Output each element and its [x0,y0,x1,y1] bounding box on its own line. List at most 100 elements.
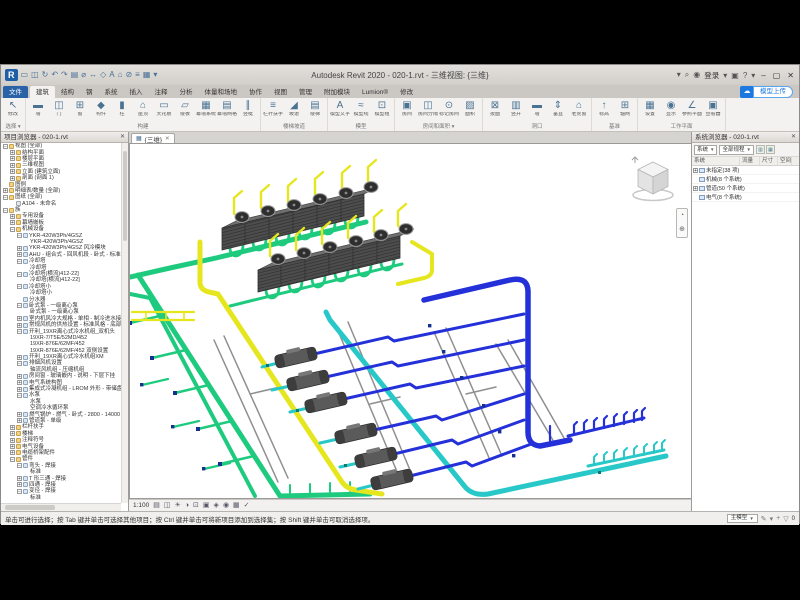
tab-管理[interactable]: 管理 [293,86,318,98]
expand-icon[interactable]: + [693,168,698,173]
sync-icon-icon[interactable]: ↻ [42,70,49,80]
expand-icon[interactable]: + [17,482,22,487]
ribbon-button-竖梃[interactable]: ∥竖梃 [238,99,258,124]
collapse-icon[interactable]: − [3,195,8,200]
expand-icon[interactable]: + [10,163,15,168]
column-header-流量[interactable]: 流量 [740,157,760,165]
collapse-icon[interactable]: − [17,463,22,468]
print-icon-icon[interactable]: ▤ [71,70,79,80]
ribbon-button-模型线[interactable]: ≈模型线 [351,99,371,124]
redo-icon-icon[interactable]: ↷ [61,70,68,80]
ribbon-button-楼梯[interactable]: ▤楼梯 [305,99,325,124]
ribbon-button-墙[interactable]: ▬墙 [28,99,48,124]
text-icon-icon[interactable]: A [109,70,114,80]
close-view-icon[interactable]: ✕ [165,136,170,142]
crop-view-icon[interactable]: ⊡ [193,500,199,512]
view-selector-dropdown[interactable]: 系统 ▼ [694,145,717,155]
steering-wheel-icon[interactable]: ◔ [680,212,684,220]
sun-path-icon[interactable]: ☀ [175,500,181,512]
view-cube[interactable] [630,156,676,204]
tag-icon-icon[interactable]: ◇ [100,70,106,80]
close-button[interactable]: ✕ [785,71,796,80]
tab-视图[interactable]: 视图 [268,86,293,98]
collapse-icon[interactable]: − [17,489,22,494]
ribbon-button-构件[interactable]: ◆构件 [91,99,111,124]
tree-row[interactable]: +集成式冷凝机组 - LROM 外形 - 带储盘 - 100-175 CN [1,386,121,392]
project-browser-hscrollbar[interactable] [1,503,121,511]
customize-icon-icon[interactable]: ▾ [153,70,157,80]
collapse-icon[interactable]: − [3,208,8,213]
default-3d-view-icon-icon[interactable]: ⌂ [118,70,123,80]
temporary-view-icon[interactable]: ▦ [233,500,240,512]
ribbon-button-老虎窗[interactable]: ⌂老虎窗 [569,99,589,124]
restore-button[interactable]: ▢ [771,71,783,80]
expand-icon[interactable]: + [10,156,15,161]
ribbon-button-参照平面[interactable]: ∠参照平面 [682,99,702,124]
revit-menu-icon[interactable]: R [5,69,18,81]
column-settings-icon[interactable]: ▦ [766,145,775,154]
ribbon-button-轴网[interactable]: ⊞轴网 [615,99,635,124]
ribbon-button-窗[interactable]: ⊞窗 [70,99,90,124]
tab-系统[interactable]: 系统 [99,86,124,98]
expand-icon[interactable]: + [17,380,22,385]
expand-icon[interactable]: + [10,431,15,436]
dropdown-icon[interactable]: ▾ [751,71,755,80]
expand-icon[interactable]: + [10,214,15,219]
expand-icon[interactable]: + [10,450,15,455]
view-scale[interactable]: 1:100 [133,502,149,509]
column-header-尺寸[interactable]: 尺寸 [760,157,778,165]
tree-row[interactable]: 标准 [1,494,121,500]
minimize-button[interactable]: – [759,71,767,80]
tab-附加模块[interactable]: 附加模块 [318,86,356,98]
ribbon-button-模型组[interactable]: ⊡模型组 [372,99,392,124]
ribbon-button-幕墙网格[interactable]: ▤幕墙网格 [217,99,237,124]
system-row[interactable]: 电气(8 个系统) [692,193,799,202]
ribbon-button-楼板[interactable]: ▱楼板 [175,99,195,124]
tree-row[interactable]: +房间窗 - 玻璃嵌内 - 说明 - 下层下挂 [1,373,121,379]
collapse-icon[interactable]: − [17,303,22,308]
design-option-dropdown[interactable]: 主模型 ▼ [727,514,758,523]
tab-Lumion®[interactable]: Lumion® [356,86,394,98]
search-icon[interactable]: ⌕ [685,70,689,80]
system-row[interactable]: +未指定(38 项) [692,166,799,175]
collapse-icon[interactable]: − [17,272,22,277]
detail-level-icon[interactable]: ▤ [153,500,160,512]
ribbon-button-模型文字[interactable]: A模型文字 [330,99,350,124]
ribbon-button-房间分隔[interactable]: ◫房间分隔 [418,99,438,124]
collapse-icon[interactable]: − [17,329,22,334]
ribbon-button-门[interactable]: ◫门 [49,99,69,124]
tab-协作[interactable]: 协作 [243,86,268,98]
column-header-空间[interactable]: 空间 [778,157,792,165]
section-icon-icon[interactable]: ⊘ [125,70,132,80]
ribbon-button-垂直[interactable]: ⇕垂直 [548,99,568,124]
expand-icon[interactable]: + [10,444,15,449]
ribbon-button-显示[interactable]: ◉显示 [661,99,681,124]
show-constraints-icon[interactable]: ✓ [244,500,250,512]
user-icon[interactable]: ◉ [693,70,700,80]
model-view[interactable]: ◔⊕ [129,143,693,499]
close-icon[interactable]: ✕ [120,132,125,142]
expand-icon[interactable]: + [10,176,15,181]
ribbon-button-幕墙系统[interactable]: ▦幕墙系统 [196,99,216,124]
ribbon-button-查看器[interactable]: ▣查看器 [703,99,723,124]
switch-windows-icon-icon[interactable]: ▦ [143,70,151,80]
model-upload-button[interactable]: ☁ 模型上传 [740,86,793,98]
dropdown-icon[interactable]: ▾ [723,71,727,80]
filter-icon[interactable]: ▽ [783,515,788,523]
tab-体量和场地[interactable]: 体量和场地 [199,86,244,98]
ribbon-button-修改[interactable]: ↖修改 [3,99,23,124]
thin-lines-icon-icon[interactable]: ≡ [135,70,140,80]
collapse-icon[interactable]: − [17,284,22,289]
worksharing-icon[interactable]: ✎ [761,515,767,523]
ribbon-button-标高[interactable]: ↑标高 [594,99,614,124]
measure-icon-icon[interactable]: ⌀ [81,70,86,80]
undo-icon-icon[interactable]: ↶ [51,70,58,80]
ribbon-button-按面[interactable]: ⊠按面 [485,99,505,124]
expand-icon[interactable]: + [10,220,15,225]
tab-结构[interactable]: 结构 [55,86,80,98]
system-row[interactable]: +管道(50 个系统) [692,184,799,193]
sign-in-label[interactable]: 登录 [704,70,719,81]
tab-文件[interactable]: 文件 [3,86,28,98]
tab-修改[interactable]: 修改 [394,86,419,98]
expand-icon[interactable]: + [10,150,15,155]
